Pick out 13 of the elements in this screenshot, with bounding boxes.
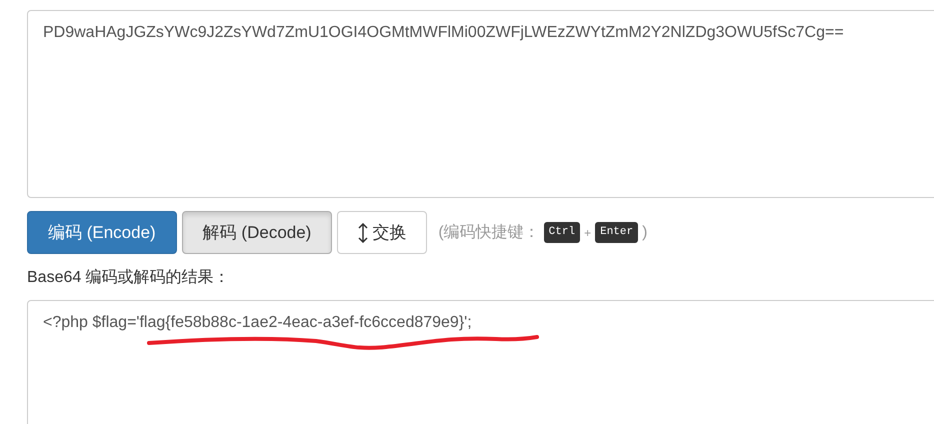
output-field[interactable]: <?php $flag='flag{fe58b88c-1ae2-4eac-a3ef-fc6cced879e9}'; [27, 300, 934, 424]
hint-text: (编码快捷键： [438, 222, 540, 242]
plus-sign: + [584, 224, 592, 242]
input-field[interactable]: PD9waHAgJGZsYWc9J2ZsYWd7ZmU1OGI4OGMtMWFlMi00ZWFjLWEzZWYtZmM2Y2NlZDg3OWU5fSc7Cg== [27, 10, 934, 198]
swap-button[interactable]: 交换 [337, 211, 428, 254]
decode-button[interactable]: 解码 (Decode) [182, 211, 332, 254]
result-label: Base64 编码或解码的结果： [27, 268, 231, 288]
key-label: Ctrl [544, 222, 580, 243]
encode-button[interactable]: 编码 (Encode) [27, 211, 177, 254]
output-text: <?php $flag='flag{fe58b88c-1ae2-4eac-a3ef-fc6cced879e9}'; [43, 314, 472, 331]
hint-text: ) [642, 222, 648, 242]
up-down-arrow-icon [358, 222, 368, 242]
key-label: Enter [595, 222, 638, 243]
